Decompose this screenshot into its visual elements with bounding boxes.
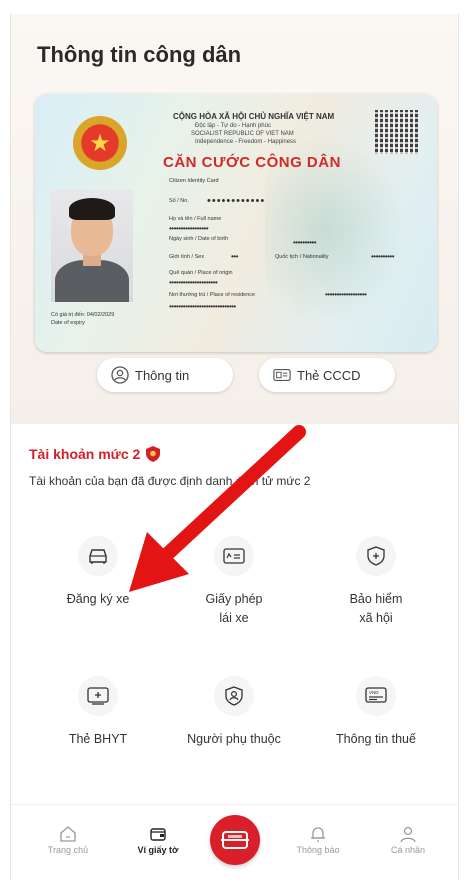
card-dob-label: Ngày sinh / Date of birth bbox=[169, 236, 229, 242]
scan-icon bbox=[221, 831, 249, 849]
service-label: Bảo hiểm xã hội bbox=[349, 592, 403, 625]
service-social-insurance[interactable]: Bảo hiểm xã hội bbox=[321, 536, 431, 628]
shield-plus-icon bbox=[356, 536, 396, 576]
card-no-value: •••••••••••• bbox=[207, 195, 266, 207]
card-residence-value: •••••••••••••••••• bbox=[325, 290, 367, 299]
tab-wallet-label: Ví giấy tờ bbox=[137, 845, 179, 855]
tab-wallet[interactable]: Ví giấy tờ bbox=[123, 823, 193, 855]
shield-badge-icon bbox=[146, 446, 161, 462]
id-card-button[interactable]: Thẻ CCCD bbox=[259, 358, 395, 392]
service-label: Thông tin thuế bbox=[336, 732, 416, 746]
card-origin-label: Quê quán / Place of origin bbox=[169, 270, 233, 276]
card-motto-en: Independence - Freedom - Happiness bbox=[195, 139, 297, 145]
person-icon bbox=[214, 676, 254, 716]
account-description: Tài khoản của bạn đã được định danh điện… bbox=[29, 474, 311, 488]
service-health-card[interactable]: Thẻ BHYT bbox=[43, 676, 153, 749]
page-title: Thông tin công dân bbox=[37, 42, 242, 67]
card-title: CĂN CƯỚC CÔNG DÂN bbox=[163, 154, 341, 171]
service-vehicle-registration[interactable]: Đăng ký xe bbox=[43, 536, 153, 609]
card-name-label: Họ và tên / Full name bbox=[169, 216, 222, 222]
health-card-icon bbox=[78, 676, 118, 716]
user-icon bbox=[373, 823, 443, 845]
service-dependents[interactable]: Người phụ thuộc bbox=[179, 676, 289, 749]
card-sex-label: Giới tính / Sex bbox=[169, 254, 205, 260]
svg-text:VND: VND bbox=[369, 690, 379, 695]
car-icon bbox=[78, 536, 118, 576]
card-nationality-label: Quốc tịch / Nationality bbox=[275, 254, 329, 260]
card-no-label: Số / No. bbox=[169, 198, 189, 204]
card-country-line: CỘNG HÒA XÃ HỘI CHỦ NGHĨA VIỆT NAM bbox=[173, 112, 335, 121]
card-nationality-value: •••••••••• bbox=[371, 252, 395, 261]
tab-profile-label: Cá nhân bbox=[390, 845, 426, 855]
tab-home-label: Trang chủ bbox=[47, 845, 89, 855]
card-subtitle: Citizen Identity Card bbox=[169, 178, 219, 184]
card-residence-label: Nơi thường trú / Place of residence bbox=[169, 292, 256, 298]
service-driving-license[interactable]: Giấy phép lái xe bbox=[179, 536, 289, 628]
account-level-label: Tài khoản mức 2 bbox=[29, 446, 141, 462]
id-card-icon bbox=[273, 366, 291, 384]
tab-profile[interactable]: Cá nhân bbox=[373, 823, 443, 855]
card-origin-value: ••••••••••••••••••••• bbox=[169, 278, 218, 287]
citizen-info-section: Thông tin công dân ★ CỘNG HÒA XÃ HỘI CHỦ… bbox=[11, 14, 458, 424]
card-expiry: Có giá trị đến: 04/02/2029 bbox=[51, 312, 115, 318]
account-level-title: Tài khoản mức 2 bbox=[29, 446, 161, 462]
person-circle-icon bbox=[111, 366, 129, 384]
app-screen: Thông tin công dân ★ CỘNG HÒA XÃ HỘI CHỦ… bbox=[10, 14, 459, 880]
tab-notifications-label: Thông báo bbox=[296, 845, 340, 855]
national-emblem-icon: ★ bbox=[73, 116, 127, 170]
id-card-button-label: Thẻ CCCD bbox=[297, 367, 361, 383]
license-icon bbox=[214, 536, 254, 576]
service-tax-info[interactable]: VND Thông tin thuế bbox=[321, 676, 431, 749]
tab-notifications[interactable]: Thông báo bbox=[283, 823, 353, 855]
card-expiry-en: Date of expiry bbox=[51, 320, 85, 326]
card-name-value: ••••••••••••••••• bbox=[169, 224, 209, 233]
card-sex-value: ••• bbox=[231, 252, 238, 261]
service-label: Đăng ký xe bbox=[66, 592, 130, 606]
service-label: Thẻ BHYT bbox=[68, 732, 128, 746]
id-card[interactable]: ★ CỘNG HÒA XÃ HỘI CHỦ NGHĨA VIỆT NAM Độc… bbox=[35, 94, 437, 352]
qr-code-icon bbox=[375, 110, 419, 154]
card-dob-value: •••••••••• bbox=[293, 238, 317, 247]
card-motto-line: Độc lập - Tự do - Hạnh phúc bbox=[195, 123, 271, 129]
info-button[interactable]: Thông tin bbox=[97, 358, 233, 392]
service-label: Người phụ thuộc bbox=[187, 732, 281, 746]
tax-icon: VND bbox=[356, 676, 396, 716]
citizen-photo bbox=[51, 190, 133, 302]
bell-icon bbox=[283, 823, 353, 845]
scan-center-button[interactable] bbox=[210, 815, 260, 865]
card-residence-value-2: ••••••••••••••••••••••••••••• bbox=[169, 302, 236, 311]
info-button-label: Thông tin bbox=[135, 367, 190, 383]
home-icon bbox=[33, 823, 103, 845]
tab-home[interactable]: Trang chủ bbox=[33, 823, 103, 855]
service-label: Giấy phép lái xe bbox=[205, 592, 263, 625]
wallet-icon bbox=[123, 823, 193, 845]
card-country-en: SOCIALIST REPUBLIC OF VIET NAM bbox=[191, 131, 294, 137]
bottom-tab-bar: Trang chủ Ví giấy tờ Thông báo Cá nhân bbox=[11, 804, 458, 880]
